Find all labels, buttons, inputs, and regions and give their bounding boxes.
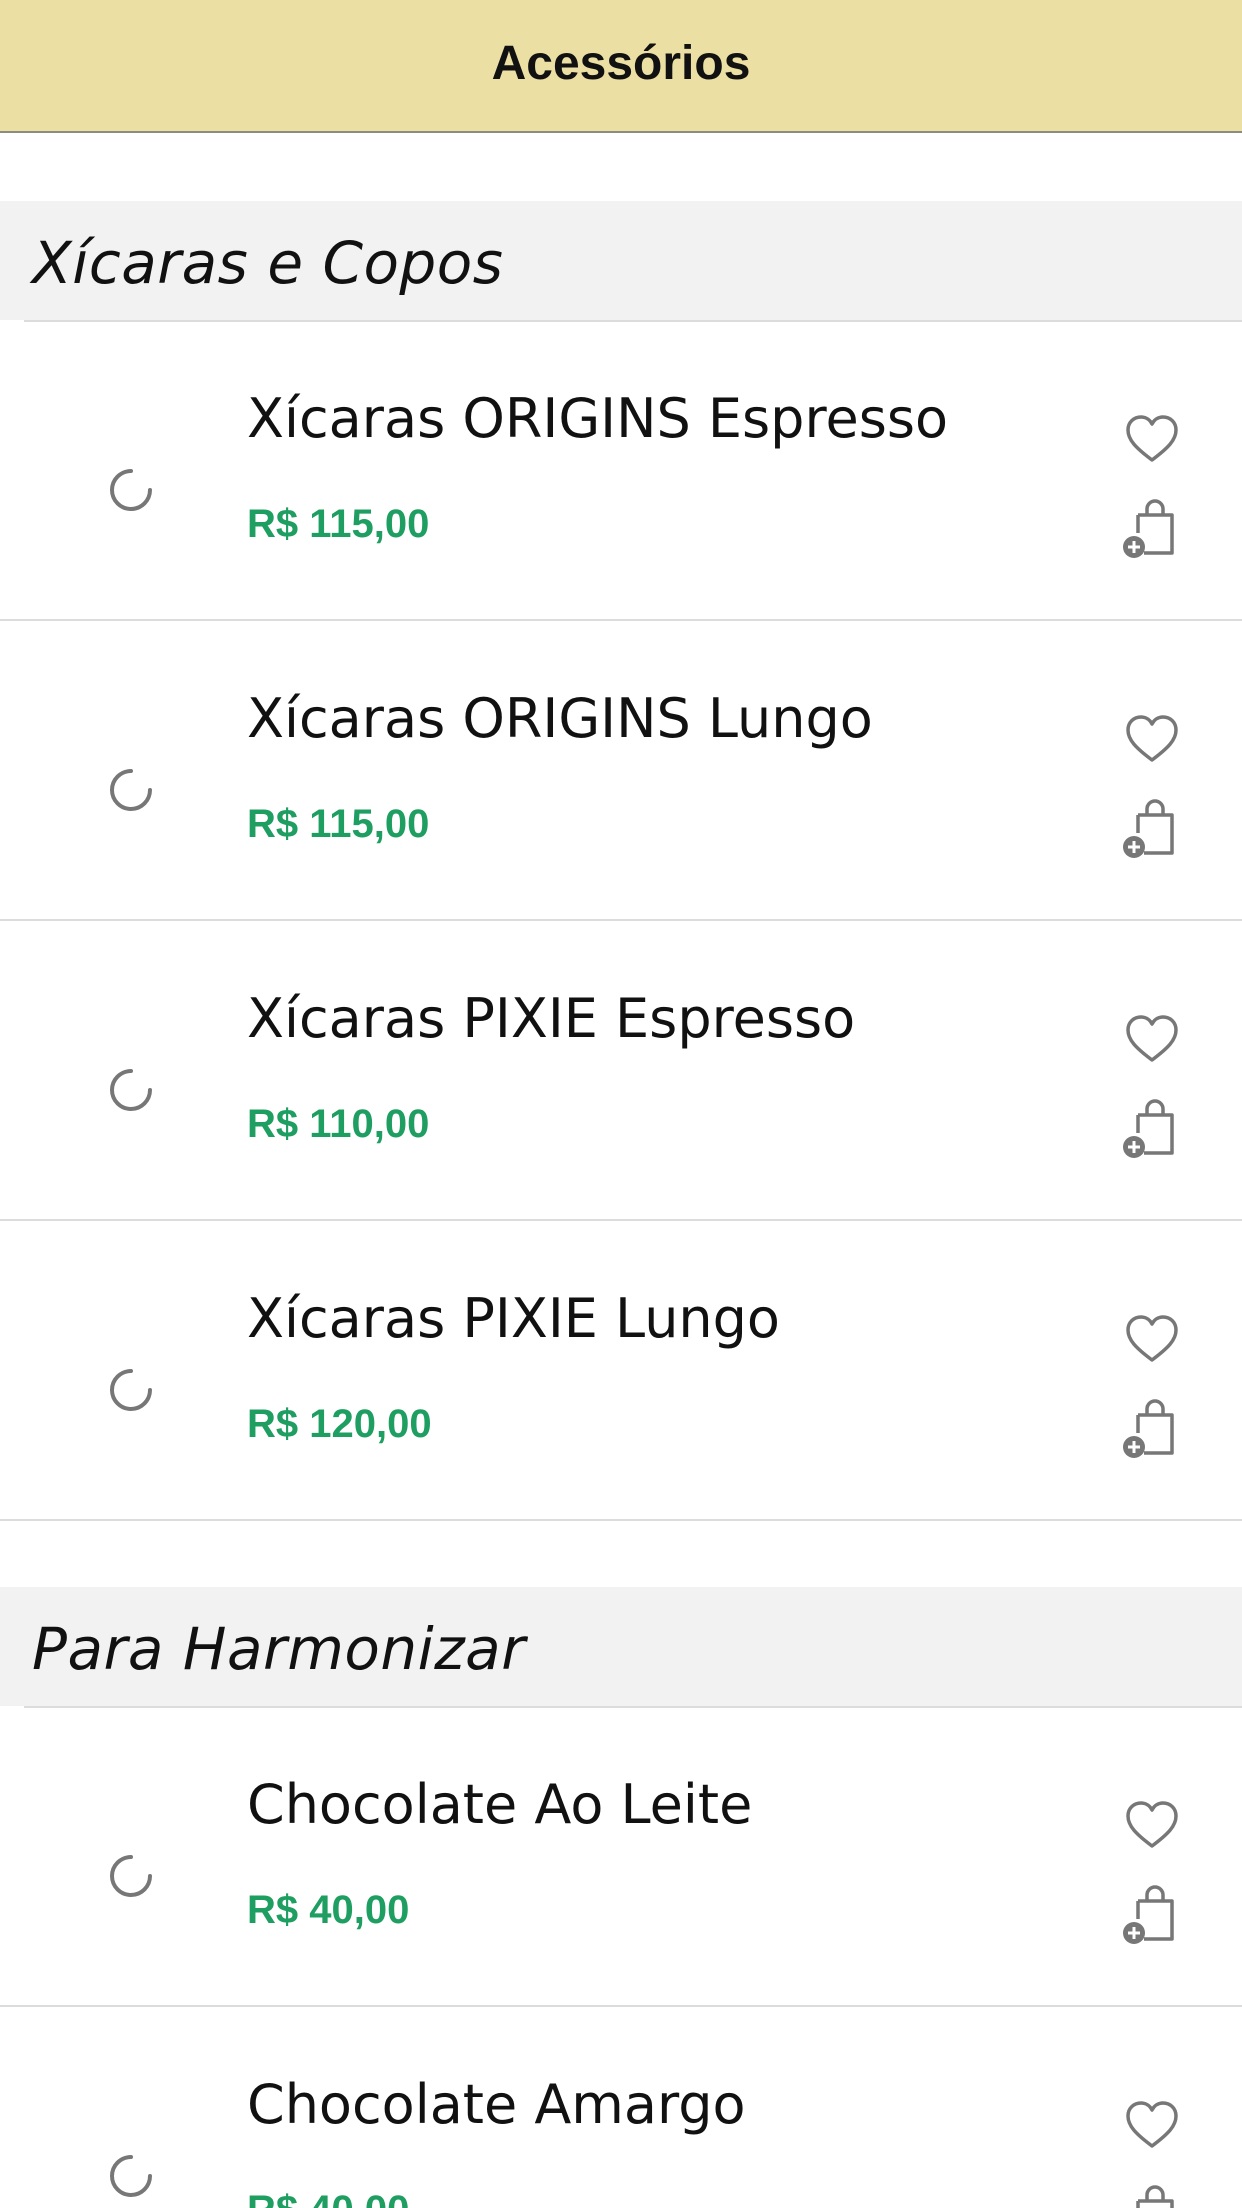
- product-price: R$ 120,00: [247, 1402, 432, 1446]
- product-row[interactable]: Xícaras PIXIE Espresso R$ 110,00: [0, 921, 1242, 1221]
- section-title: Xícaras e Copos: [32, 229, 504, 297]
- heart-icon[interactable]: [1120, 1008, 1184, 1072]
- product-name: Xícaras PIXIE Espresso: [247, 987, 856, 1050]
- add-to-bag-icon[interactable]: [1120, 497, 1184, 561]
- loading-spinner-icon: [110, 769, 152, 811]
- product-row[interactable]: Xícaras ORIGINS Espresso R$ 115,00: [0, 322, 1242, 622]
- product-row[interactable]: Chocolate Amargo R$ 40,00: [0, 2007, 1242, 2208]
- add-to-bag-icon[interactable]: [1120, 1883, 1184, 1947]
- section-header-xicaras-e-copos: Xícaras e Copos: [0, 201, 1242, 320]
- heart-icon[interactable]: [1120, 408, 1184, 472]
- loading-spinner-icon: [110, 469, 152, 511]
- product-name: Chocolate Ao Leite: [247, 1773, 753, 1836]
- product-price: R$ 115,00: [247, 802, 430, 846]
- section-title: Para Harmonizar: [32, 1615, 526, 1683]
- page-title: Acessórios: [491, 37, 751, 90]
- divider: [0, 1519, 1242, 1521]
- product-price: R$ 115,00: [247, 502, 430, 546]
- add-to-bag-icon[interactable]: [1120, 1397, 1184, 1461]
- loading-spinner-icon: [110, 1369, 152, 1411]
- add-to-bag-icon[interactable]: [1120, 2183, 1184, 2208]
- add-to-bag-icon[interactable]: [1120, 1097, 1184, 1161]
- add-to-bag-icon[interactable]: [1120, 797, 1184, 861]
- product-price: R$ 110,00: [247, 1102, 430, 1146]
- loading-spinner-icon: [110, 2155, 152, 2197]
- heart-icon[interactable]: [1120, 1308, 1184, 1372]
- loading-spinner-icon: [110, 1855, 152, 1897]
- product-row[interactable]: Chocolate Ao Leite R$ 40,00: [0, 1708, 1242, 2008]
- product-price: R$ 40,00: [247, 2188, 409, 2208]
- product-price: R$ 40,00: [247, 1888, 410, 1932]
- loading-spinner-icon: [110, 1069, 152, 1111]
- product-name: Xícaras PIXIE Lungo: [247, 1287, 780, 1350]
- product-row[interactable]: Xícaras ORIGINS Lungo R$ 115,00: [0, 621, 1242, 921]
- heart-icon[interactable]: [1120, 708, 1184, 772]
- navigation-bar: Acessórios: [0, 0, 1242, 133]
- product-row[interactable]: Xícaras PIXIE Lungo R$ 120,00: [0, 1221, 1242, 1521]
- product-name: Xícaras ORIGINS Espresso: [247, 387, 948, 450]
- heart-icon[interactable]: [1120, 2094, 1184, 2158]
- product-name: Xícaras ORIGINS Lungo: [247, 687, 873, 750]
- product-name: Chocolate Amargo: [247, 2073, 746, 2136]
- heart-icon[interactable]: [1120, 1794, 1184, 1858]
- section-header-para-harmonizar: Para Harmonizar: [0, 1587, 1242, 1706]
